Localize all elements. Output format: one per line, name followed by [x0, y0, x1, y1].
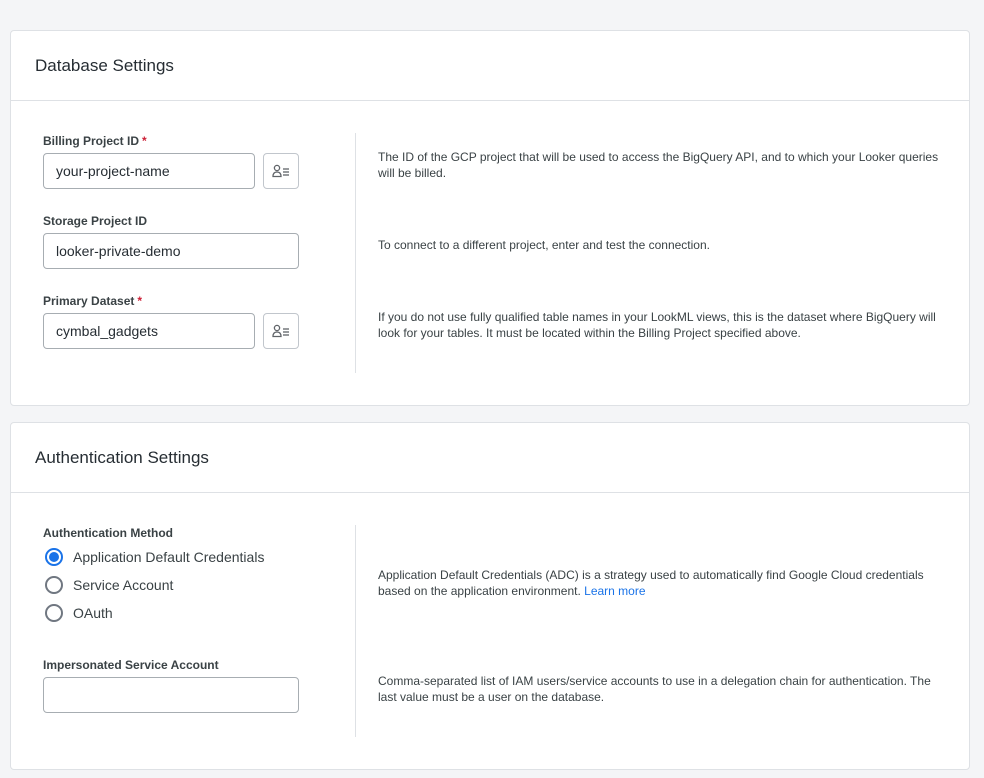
billing-project-input[interactable]: [43, 153, 255, 189]
impersonated-service-account-help: Comma-separated list of IAM users/servic…: [378, 673, 943, 705]
radio-label: OAuth: [73, 605, 113, 621]
authentication-settings-title: Authentication Settings: [35, 448, 209, 468]
authentication-settings-card: Authentication Settings Authentication M…: [10, 422, 970, 770]
authentication-settings-header: Authentication Settings: [11, 423, 969, 493]
primary-dataset-help: If you do not use fully qualified table …: [378, 309, 943, 341]
primary-dataset-label: Primary Dataset*: [43, 294, 142, 308]
primary-dataset-label-text: Primary Dataset: [43, 294, 134, 308]
database-settings-header: Database Settings: [11, 31, 969, 101]
database-settings-card: Database Settings Billing Project ID* Th…: [10, 30, 970, 406]
radio-unchecked-icon[interactable]: [45, 576, 63, 594]
radio-unchecked-icon[interactable]: [45, 604, 63, 622]
required-marker: *: [137, 294, 142, 308]
storage-project-input[interactable]: [43, 233, 299, 269]
authentication-method-help-text: Application Default Credentials (ADC) is…: [378, 568, 924, 598]
column-divider: [355, 133, 356, 373]
required-marker: *: [142, 134, 147, 148]
impersonated-service-account-label: Impersonated Service Account: [43, 658, 219, 672]
radio-checked-icon[interactable]: [45, 548, 63, 566]
learn-more-link[interactable]: Learn more: [584, 584, 645, 598]
storage-project-label: Storage Project ID: [43, 214, 147, 228]
billing-project-label: Billing Project ID*: [43, 134, 147, 148]
primary-dataset-picker-button[interactable]: [263, 313, 299, 349]
billing-project-picker-button[interactable]: [263, 153, 299, 189]
radio-label: Service Account: [73, 577, 173, 593]
radio-label: Application Default Credentials: [73, 549, 264, 565]
billing-project-label-text: Billing Project ID: [43, 134, 139, 148]
column-divider: [355, 525, 356, 737]
database-settings-title: Database Settings: [35, 56, 174, 76]
primary-dataset-input[interactable]: [43, 313, 255, 349]
radio-oauth[interactable]: OAuth: [45, 604, 113, 622]
user-list-icon: [272, 324, 290, 338]
user-list-icon: [272, 164, 290, 178]
billing-project-help: The ID of the GCP project that will be u…: [378, 149, 943, 181]
radio-service-account[interactable]: Service Account: [45, 576, 173, 594]
authentication-method-label: Authentication Method: [43, 526, 173, 540]
authentication-method-help: Application Default Credentials (ADC) is…: [378, 567, 943, 599]
storage-project-help: To connect to a different project, enter…: [378, 237, 943, 253]
radio-application-default-credentials[interactable]: Application Default Credentials: [45, 548, 264, 566]
impersonated-service-account-input[interactable]: [43, 677, 299, 713]
